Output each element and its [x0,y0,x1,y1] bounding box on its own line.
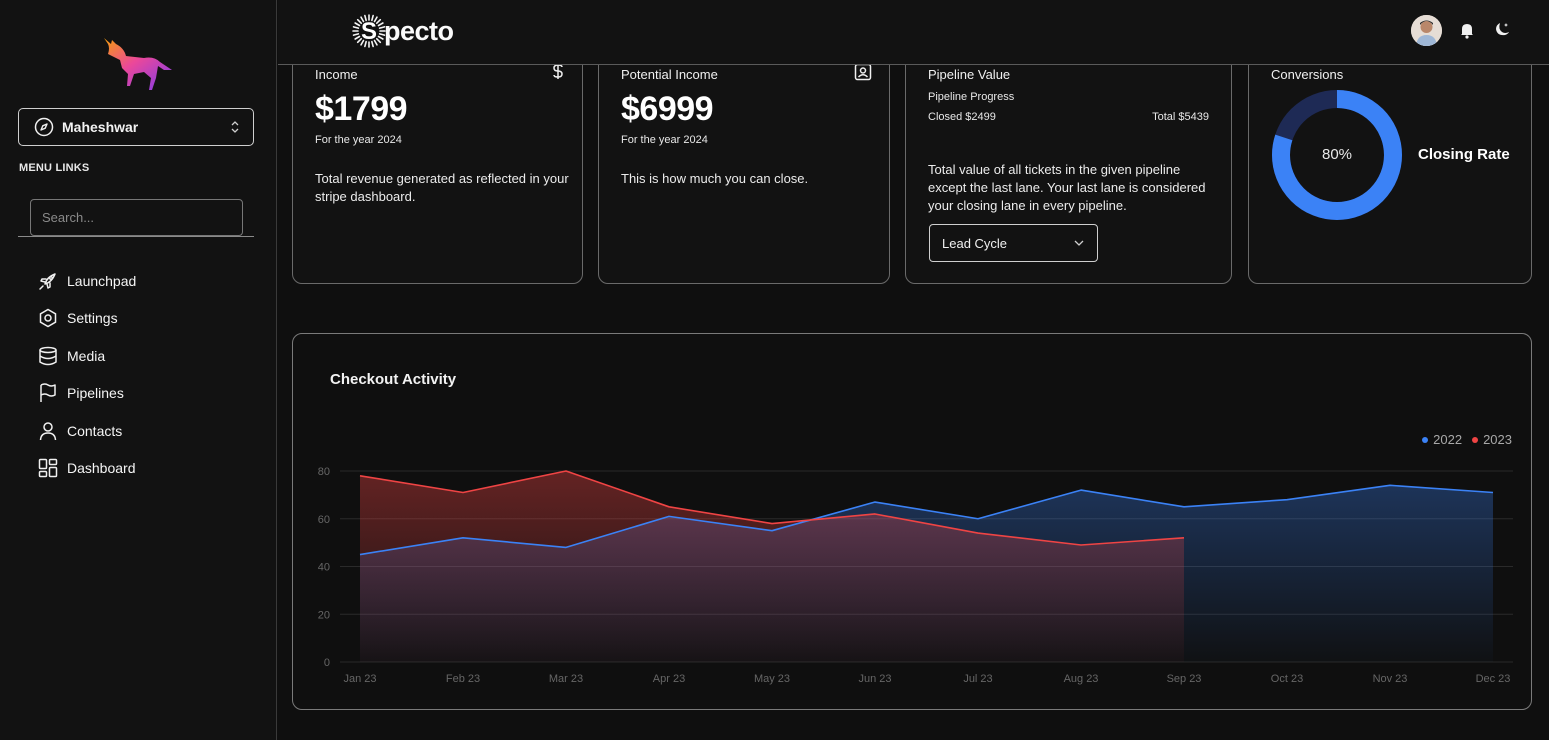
x-tick-label: Jul 23 [963,673,992,685]
income-description: Total revenue generated as reflected in … [315,171,569,204]
potential-income-description: This is how much you can close. [621,171,809,186]
conversions-card: Conversions 80% Closing Rate [1248,40,1532,284]
potential-income-period: For the year 2024 [621,134,708,146]
x-tick-label: May 23 [754,673,790,685]
closing-rate-caption: Closing Rate [1418,146,1510,163]
conversions-title: Conversions [1271,67,1344,82]
sidebar-item-label: Contacts [67,422,123,439]
pipeline-value-card: Pipeline Value Pipeline Progress Closed … [905,40,1232,284]
dollar-icon [550,63,566,79]
x-tick-label: Oct 23 [1271,673,1303,685]
dashboard-grid-icon [38,458,58,478]
brand-burst-ray [375,37,382,44]
brand-name: pecto [384,15,454,46]
x-tick-label: Jan 23 [343,673,376,685]
x-tick-label: Jun 23 [858,673,891,685]
y-tick-label: 60 [318,514,330,526]
search-input[interactable] [30,199,243,236]
pipeline-total: Total $5439 [1152,111,1209,123]
flag-icon [38,383,58,403]
checkout-activity-card: Checkout Activity 2022 2023 0 20 40 60 80 Ja… [292,333,1532,710]
moon-icon[interactable] [1493,21,1511,39]
brand-burst-ray [354,22,361,27]
user-icon [38,421,58,441]
contact-card-icon [854,63,872,81]
pipeline-progress-label: Pipeline Progress [928,91,1015,103]
sidebar: Maheshwar MENU LINKS Launchpad Settings [0,0,277,740]
bell-icon[interactable] [1458,21,1476,39]
sidebar-item-dashboard[interactable]: Dashboard [38,450,136,488]
menu-links-heading: MENU LINKS [19,162,90,174]
brand-burst-icon: S [352,14,386,48]
brand-burst-ray [354,35,361,40]
sidebar-divider [18,236,254,237]
y-tick-label: 40 [318,562,330,574]
brand-burst-ray [377,35,384,40]
sidebar-item-label: Media [67,347,106,364]
rocket-icon [38,271,58,291]
sidebar-item-media[interactable]: Media [38,337,136,375]
potential-income-card: Potential Income $6999 For the year 2024… [598,40,890,284]
y-tick-label: 0 [324,657,330,669]
potential-income-value: $6999 [621,90,714,128]
income-card: Income $1799 For the year 2024 Total rev… [292,40,583,284]
sidebar-item-label: Launchpad [67,272,137,289]
checkout-activity-chart: 0 20 40 60 80 Jan 23 Feb 23 Mar 23 Apr 23 May 23… [318,466,1513,685]
sidebar-item-label: Dashboard [67,460,136,477]
sidebar-item-contacts[interactable]: Contacts [38,412,136,450]
avatar[interactable] [1411,15,1442,46]
sidebar-nav: Launchpad Settings Media Pipelines Conta… [38,262,136,487]
sidebar-item-label: Settings [67,310,118,327]
pipeline-description: Total value of all tickets in the given … [928,162,1206,213]
sidebar-item-launchpad[interactable]: Launchpad [38,262,136,300]
x-tick-label: Apr 23 [653,673,685,685]
chevron-down-icon [1073,239,1085,247]
account-name: Maheshwar [62,119,139,135]
x-tick-label: Feb 23 [446,673,480,685]
closing-rate-percent: 80% [1321,146,1353,163]
brand-burst-ray [377,22,384,27]
brand-initial: S [361,18,377,45]
income-period: For the year 2024 [315,134,402,146]
chevron-up-down-icon [229,120,241,134]
brand-burst-ray [352,26,360,29]
potential-income-title: Potential Income [621,67,718,82]
sidebar-item-label: Pipelines [67,385,124,402]
y-tick-label: 80 [318,466,330,478]
income-value: $1799 [315,90,408,128]
x-tick-label: Nov 23 [1373,673,1408,685]
sidebar-item-pipelines[interactable]: Pipelines [38,375,136,413]
y-tick-label: 20 [318,609,330,621]
x-tick-label: Aug 23 [1064,673,1099,685]
pipeline-closed: Closed $2499 [928,111,996,123]
income-title: Income [315,67,358,82]
brand-burst-ray [352,33,360,36]
unicorn-logo[interactable] [98,34,178,94]
pipeline-select[interactable]: Lead Cycle [929,224,1098,262]
x-tick-label: Sep 23 [1167,673,1202,685]
settings-hexagon-icon [38,308,58,328]
pipeline-select-value: Lead Cycle [942,235,1008,251]
brand-logo[interactable]: S pecto [352,14,454,48]
database-icon [38,346,58,366]
compass-icon [34,117,54,137]
x-tick-label: Dec 23 [1476,673,1511,685]
sidebar-item-settings[interactable]: Settings [38,300,136,338]
pipeline-title: Pipeline Value [928,67,1011,82]
top-header: S pecto [278,0,1549,65]
account-switcher[interactable]: Maheshwar [18,108,254,146]
x-tick-label: Mar 23 [549,673,583,685]
brand-burst-ray [375,18,382,25]
